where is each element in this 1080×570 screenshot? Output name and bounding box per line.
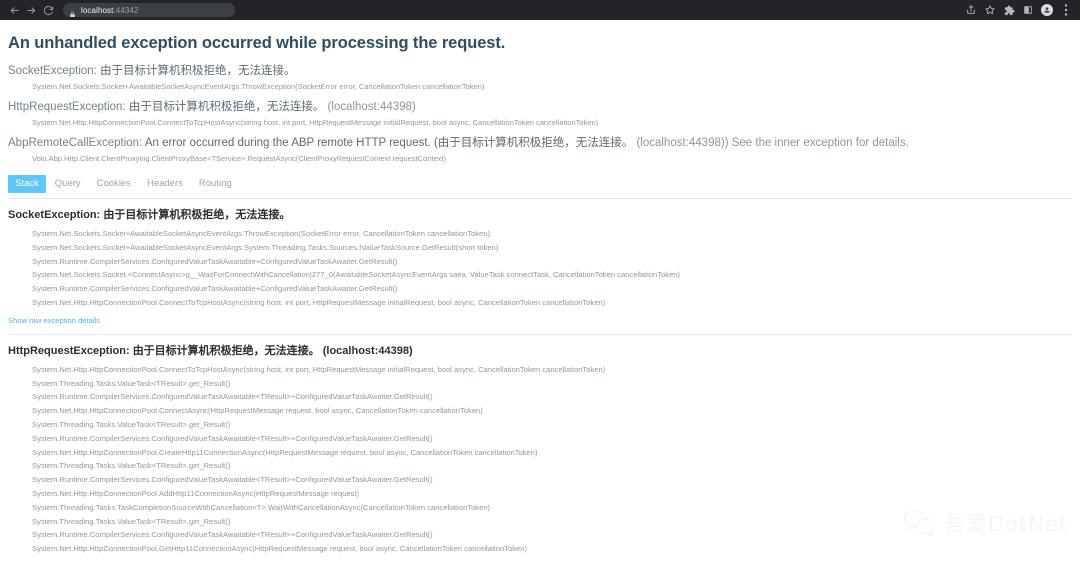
- stack-frame: System.Threading.Tasks.ValueTask<TResult…: [32, 516, 231, 526]
- stack-frame: System.Net.Http.HttpConnectionPool.Conne…: [32, 406, 483, 416]
- summary-heading: HttpRequestException: 由于目标计算机积极拒绝，无法连接。 …: [8, 99, 1072, 115]
- address-bar-text: localhost:44342: [81, 6, 139, 15]
- summary-heading: AbpRemoteCallException: An error occurre…: [8, 135, 1072, 151]
- stack-frame: System.Runtime.CompilerServices.Configur…: [32, 530, 433, 540]
- toolbar-actions: [965, 4, 1074, 16]
- summary-frame: Volo.Abp.Http.Client.ClientProxying.Clie…: [32, 154, 446, 163]
- stack-frame: System.Threading.Tasks.TaskCompletionSou…: [32, 502, 491, 512]
- exception-divider: [8, 333, 1072, 335]
- summary-exception-location: (localhost:44398): [324, 101, 416, 113]
- stack-frame: System.Threading.Tasks.ValueTask<TResult…: [32, 378, 231, 388]
- stack-frame-list: System.Net.Sockets.Socket+AwaitableSocke…: [8, 227, 1072, 310]
- browser-toolbar: localhost:44342: [0, 0, 1080, 20]
- summary-block: SocketException: 由于目标计算机积极拒绝，无法连接。 Syste…: [8, 63, 1072, 93]
- share-icon[interactable]: [965, 4, 977, 16]
- stack-frame: System.Net.Sockets.Socket+AwaitableSocke…: [32, 229, 491, 238]
- extensions-puzzle-icon[interactable]: [1003, 4, 1015, 16]
- stack-frame: System.Net.Http.HttpConnectionPool.GetHt…: [32, 544, 527, 554]
- summary-block: AbpRemoteCallException: An error occurre…: [8, 135, 1072, 165]
- error-page: An unhandled exception occurred while pr…: [0, 20, 1080, 570]
- stack-frame: System.Net.Sockets.Socket.<ConnectAsync>…: [32, 270, 681, 280]
- stack-frame: System.Net.Http.HttpConnectionPool.Creat…: [32, 447, 538, 457]
- summary-exception-location: (localhost:44398)) See the inner excepti…: [633, 137, 909, 149]
- exception-detail: SocketException: 由于目标计算机积极拒绝，无法连接。 Syste…: [8, 208, 1072, 335]
- stack-frame: System.Net.Http.HttpConnectionPool.Conne…: [32, 297, 606, 307]
- back-icon[interactable]: [6, 2, 23, 19]
- stack-frame: System.Runtime.CompilerServices.Configur…: [32, 475, 433, 485]
- summary-frame: System.Net.Sockets.Socket+AwaitableSocke…: [32, 82, 485, 91]
- browser-menu-icon[interactable]: [1060, 4, 1072, 16]
- exception-message: 由于目标计算机积极拒绝，无法连接。: [132, 344, 320, 357]
- stack-frame: System.Threading.Tasks.ValueTask<TResult…: [32, 461, 231, 471]
- summary-exception-message: 由于目标计算机积极拒绝，无法连接。: [100, 65, 296, 77]
- tab-cookies[interactable]: Cookies: [90, 175, 138, 193]
- lock-icon: [69, 6, 76, 17]
- summary-exception-message: 由于目标计算机积极拒绝，无法连接。: [128, 101, 325, 113]
- reload-icon[interactable]: [40, 2, 57, 19]
- tabs-divider: [8, 198, 1072, 199]
- summary-frame: System.Net.Http.HttpConnectionPool.Conne…: [32, 118, 599, 127]
- stack-frame: System.Runtime.CompilerServices.Configur…: [32, 284, 398, 294]
- detail-tabs: Stack Query Cookies Headers Routing: [8, 175, 1072, 193]
- page-title: An unhandled exception occurred while pr…: [8, 34, 506, 52]
- exception-location: (localhost:44398): [319, 344, 413, 357]
- forward-icon[interactable]: [23, 2, 40, 19]
- exception-heading: HttpRequestException: 由于目标计算机积极拒绝，无法连接。 …: [8, 344, 1072, 359]
- address-bar[interactable]: localhost:44342: [63, 3, 235, 17]
- exception-heading: SocketException: 由于目标计算机积极拒绝，无法连接。: [8, 208, 1072, 223]
- stack-frame: System.Threading.Tasks.ValueTask<TResult…: [32, 419, 231, 429]
- stack-frame: System.Runtime.CompilerServices.Configur…: [32, 256, 398, 266]
- stack-frame: System.Net.Http.HttpConnectionPool.Conne…: [32, 364, 606, 374]
- stack-frame-list: System.Net.Http.HttpConnectionPool.Conne…: [8, 363, 1072, 556]
- tab-stack[interactable]: Stack: [8, 175, 46, 193]
- exception-type: SocketException:: [8, 209, 104, 221]
- exception-type: HttpRequestException:: [8, 344, 133, 357]
- summary-block: HttpRequestException: 由于目标计算机积极拒绝，无法连接。 …: [8, 99, 1072, 129]
- summary-heading: SocketException: 由于目标计算机积极拒绝，无法连接。: [8, 63, 1072, 79]
- summary-exception-type: HttpRequestException:: [8, 101, 129, 113]
- tab-query[interactable]: Query: [48, 175, 88, 193]
- summary-exception-type: SocketException:: [8, 65, 101, 77]
- profile-avatar-icon[interactable]: [1041, 4, 1053, 16]
- exception-detail: HttpRequestException: 由于目标计算机积极拒绝，无法连接。 …: [8, 344, 1072, 556]
- stack-frame: System.Net.Http.HttpConnectionPool.AddHt…: [32, 488, 359, 498]
- tab-routing[interactable]: Routing: [192, 175, 239, 193]
- tab-headers[interactable]: Headers: [140, 175, 190, 193]
- exception-message: 由于目标计算机积极拒绝，无法连接。: [103, 209, 291, 221]
- show-raw-exception-details-link[interactable]: Show raw exception details: [8, 316, 100, 325]
- address-port: :44342: [113, 5, 139, 15]
- stack-frame: System.Runtime.CompilerServices.Configur…: [32, 392, 433, 402]
- bookmark-star-icon[interactable]: [984, 4, 996, 16]
- stack-frame: System.Net.Sockets.Socket+AwaitableSocke…: [32, 242, 499, 252]
- side-panel-icon[interactable]: [1022, 4, 1034, 16]
- summary-exception-type: AbpRemoteCallException:: [8, 137, 145, 149]
- address-host: localhost: [81, 5, 114, 15]
- summary-exception-message: An error occurred during the ABP remote …: [144, 137, 634, 149]
- stack-frame: System.Runtime.CompilerServices.Configur…: [32, 433, 433, 443]
